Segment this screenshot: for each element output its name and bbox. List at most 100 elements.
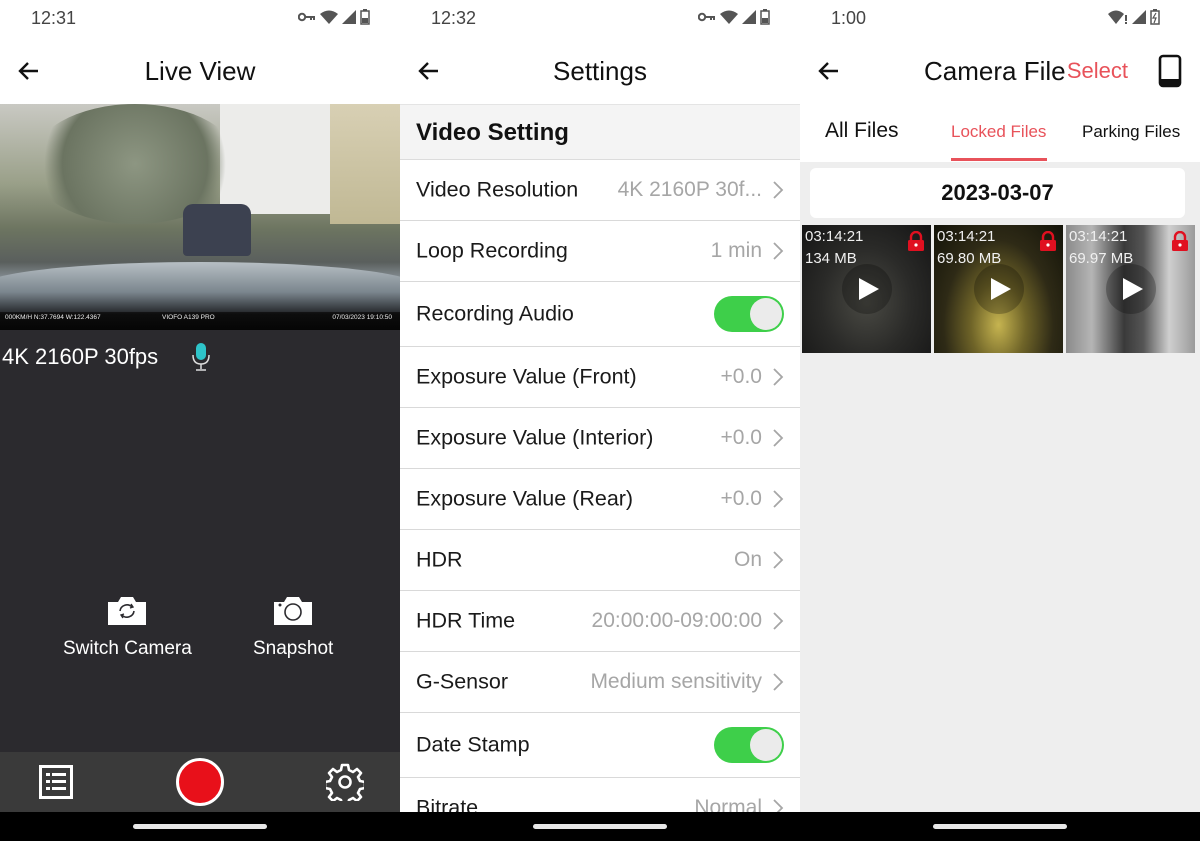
setting-video-resolution[interactable]: Video Resolution 4K 2160P 30f... [400,160,800,221]
setting-label: Exposure Value (Front) [416,364,637,389]
camera-files-screen: 1:00 Camera File Select All Files Locked… [800,0,1200,841]
setting-value: 1 min [710,239,762,262]
snapshot-button[interactable]: Snapshot [253,596,333,660]
setting-value: +0.0 [720,426,762,449]
lock-icon [908,231,924,251]
home-gesture-handle[interactable] [933,824,1067,829]
setting-value: +0.0 [720,487,762,510]
section-header-video-setting: Video Setting [400,104,800,160]
play-button[interactable] [1105,264,1156,314]
play-button[interactable] [841,264,892,314]
setting-hdr[interactable]: HDR On [400,530,800,591]
switch-camera-button[interactable]: Switch Camera [63,596,192,660]
setting-label: Video Resolution [416,177,579,202]
setting-value: +0.0 [720,365,762,388]
date-stamp-toggle[interactable] [714,727,784,763]
chevron-right-icon [773,242,784,260]
back-arrow-icon[interactable] [816,58,842,84]
home-gesture-handle[interactable] [133,824,267,829]
battery-icon [760,9,770,25]
file-time: 03:14:21 [805,228,864,245]
setting-date-stamp: Date Stamp [400,713,800,778]
chevron-right-icon [773,673,784,691]
setting-hdr-time[interactable]: HDR Time 20:00:00-09:00:00 [400,591,800,652]
app-bar: Settings [400,40,800,104]
setting-exposure-front[interactable]: Exposure Value (Front) +0.0 [400,347,800,408]
file-thumbnail[interactable]: 03:14:21 134 MB [802,225,931,353]
setting-value: 20:00:00-09:00:00 [591,609,762,632]
snapshot-label: Snapshot [253,638,334,659]
chevron-right-icon [773,181,784,199]
setting-exposure-interior[interactable]: Exposure Value (Interior) +0.0 [400,408,800,469]
setting-exposure-rear[interactable]: Exposure Value (Rear) +0.0 [400,469,800,530]
live-video-feed[interactable]: 000KM/H N:37.7694 W:122.4367 VIOFO A139 … [0,104,400,330]
setting-value: 4K 2160P 30f... [617,178,762,201]
app-bar: Camera File Select [800,40,1200,104]
cell-signal-icon [742,10,756,24]
record-button[interactable] [176,758,224,806]
setting-label: HDR [416,547,463,572]
battery-icon [360,9,370,25]
setting-label: HDR Time [416,608,516,633]
play-icon [1122,278,1143,300]
overlay-model: VIOFO A139 PRO [162,314,215,321]
status-bar: 12:31 [0,0,400,40]
file-grid: 03:14:21 134 MB 03:14:21 69.80 MB 03:14:… [802,225,1195,353]
setting-loop-recording[interactable]: Loop Recording 1 min [400,221,800,282]
page-title: Camera File [924,56,1066,86]
status-bar: 1:00 [800,0,1200,40]
live-controls-panel: 4K 2160P 30fps Switch Camera Snapshot [0,330,400,752]
select-button[interactable]: Select [1067,58,1128,84]
video-overlay: 000KM/H N:37.7694 W:122.4367 VIOFO A139 … [0,312,400,324]
recording-audio-toggle[interactable] [714,296,784,332]
play-icon [858,278,879,300]
switch-camera-label: Switch Camera [63,638,192,659]
vpn-key-icon [698,12,715,22]
live-view-screen: 12:31 Live View 000KM/H N:37.7694 W:122.… [0,0,400,841]
play-button[interactable] [973,264,1024,314]
file-size: 134 MB [805,250,857,267]
cell-signal-icon [342,10,356,24]
page-title: Live View [144,56,256,86]
file-tabs: All Files Locked Files Parking Files [800,106,1200,162]
resolution-label: 4K 2160P 30fps [2,344,159,369]
file-thumbnail[interactable]: 03:14:21 69.80 MB [934,225,1063,353]
switch-camera-icon [108,597,147,625]
microphone-icon[interactable] [190,342,212,372]
date-group-header: 2023-03-07 [810,168,1185,218]
settings-screen: 12:32 Settings Video Setting Video Resol… [400,0,800,841]
settings-gear-icon[interactable] [326,763,364,801]
setting-label: Exposure Value (Rear) [416,486,634,511]
tab-locked-files[interactable]: Locked Files [951,122,1046,142]
home-gesture-handle[interactable] [533,824,667,829]
lock-icon [1040,231,1056,251]
file-list-icon[interactable] [39,765,73,799]
tab-parking-files[interactable]: Parking Files [1082,122,1180,142]
file-time: 03:14:21 [1069,228,1128,245]
overlay-speed-gps: 000KM/H N:37.7694 W:122.4367 [5,314,101,321]
system-nav-bar [0,812,400,841]
setting-value: On [733,548,762,571]
tab-all-files[interactable]: All Files [825,119,899,143]
wifi-icon [720,10,738,24]
system-nav-bar [400,812,800,841]
chevron-right-icon [773,612,784,630]
wifi-no-internet-icon [1108,10,1127,24]
page-title: Settings [553,56,647,86]
lock-icon [1172,231,1188,251]
setting-label: Exposure Value (Interior) [416,425,654,450]
status-time: 12:31 [31,8,77,28]
phone-icon[interactable] [1158,54,1182,88]
file-thumbnail[interactable]: 03:14:21 69.97 MB [1066,225,1195,353]
setting-g-sensor[interactable]: G-Sensor Medium sensitivity [400,652,800,713]
status-time: 12:32 [431,8,477,28]
chevron-right-icon [773,368,784,386]
bottom-toolbar [0,752,400,812]
setting-label: Date Stamp [416,732,530,757]
date-label: 2023-03-07 [941,180,1054,205]
settings-list: Video Resolution 4K 2160P 30f... Loop Re… [400,160,800,839]
play-icon [990,278,1011,300]
chevron-right-icon [773,490,784,508]
setting-label: G-Sensor [416,669,509,694]
setting-value: Medium sensitivity [590,670,762,693]
